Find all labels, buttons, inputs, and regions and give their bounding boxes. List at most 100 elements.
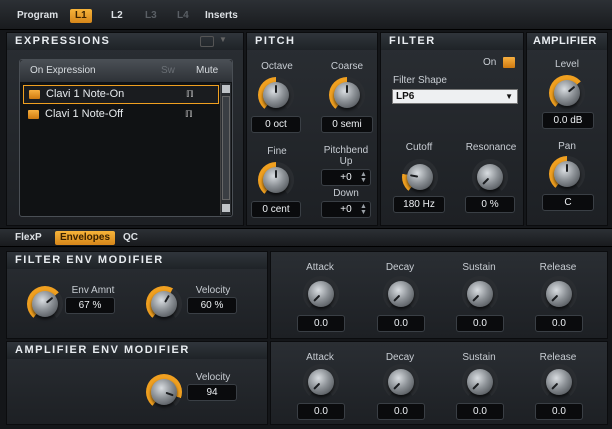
scroll-thumb[interactable] xyxy=(222,96,230,200)
filter-sustain-knob[interactable] xyxy=(462,276,498,312)
header-mute: Mute xyxy=(196,65,219,76)
filter-shape-value: LP6 xyxy=(396,91,415,102)
stepper-icon[interactable]: ▲ ▼ xyxy=(359,203,368,216)
fine-value[interactable]: 0 cent xyxy=(251,201,301,218)
amp-env-title: AMPLIFIER ENV MODIFIER xyxy=(7,342,267,359)
level-label: Level xyxy=(555,59,579,70)
pitchbend-down-label: Down xyxy=(333,188,359,199)
amp-attack-knob[interactable] xyxy=(303,364,339,400)
amp-release-value[interactable]: 0.0 xyxy=(535,403,583,420)
coarse-knob[interactable] xyxy=(329,77,365,113)
scroll-down-icon[interactable] xyxy=(222,204,230,212)
stepper-icon[interactable]: ▲ ▼ xyxy=(359,171,368,184)
level-value[interactable]: 0.0 dB xyxy=(542,112,594,129)
amp-sustain-value[interactable]: 0.0 xyxy=(456,403,504,420)
pitch-title: PITCH xyxy=(247,33,377,50)
amp-decay-value[interactable]: 0.0 xyxy=(377,403,425,420)
amp-attack-value[interactable]: 0.0 xyxy=(297,403,345,420)
tab-envelopes[interactable]: Envelopes xyxy=(55,231,116,245)
cutoff-knob[interactable] xyxy=(402,159,438,195)
octave-knob[interactable] xyxy=(258,77,294,113)
filter-env-modifier-panel: FILTER ENV MODIFIER Env Amnt 67 % Veloci… xyxy=(6,251,268,339)
fine-knob[interactable] xyxy=(258,162,294,198)
tab-inserts[interactable]: Inserts xyxy=(200,9,243,23)
expression-name: Clavi 1 Note-On xyxy=(46,88,125,100)
resonance-knob[interactable] xyxy=(472,159,508,195)
pan-label: Pan xyxy=(558,141,576,152)
scroll-up-icon[interactable] xyxy=(222,85,230,93)
filter-release-knob[interactable] xyxy=(541,276,577,312)
expression-on-led[interactable] xyxy=(28,110,39,119)
env-amnt-knob[interactable] xyxy=(27,286,63,322)
filter-decay-value[interactable]: 0.0 xyxy=(377,315,425,332)
header-sw: Sw xyxy=(161,65,175,76)
keyboard-icon[interactable] xyxy=(200,36,214,47)
env-amnt-label: Env Amnt xyxy=(71,285,115,296)
expressions-panel: EXPRESSIONS ▼ On Expression Sw Mute Clav… xyxy=(6,32,244,226)
filter-panel: FILTER On Filter Shape LP6 ▼ Cutoff 180 … xyxy=(380,32,524,226)
tab-l3[interactable]: L3 xyxy=(140,9,162,23)
pan-value[interactable]: C xyxy=(542,194,594,211)
filter-release-value[interactable]: 0.0 xyxy=(535,315,583,332)
filter-shape-label: Filter Shape xyxy=(393,75,447,86)
amp-env-modifier-panel: AMPLIFIER ENV MODIFIER Velocity 94 xyxy=(6,341,268,425)
filter-on-label: On xyxy=(483,57,497,68)
pan-knob[interactable] xyxy=(549,156,585,192)
level-knob[interactable] xyxy=(549,75,585,111)
expression-on-led[interactable] xyxy=(29,90,40,99)
cutoff-value[interactable]: 180 Hz xyxy=(393,196,445,213)
filter-attack-knob[interactable] xyxy=(303,276,339,312)
filter-shape-select[interactable]: LP6 ▼ xyxy=(392,89,518,104)
filter-velocity-label: Velocity xyxy=(195,285,231,296)
filter-on-toggle[interactable] xyxy=(503,57,515,68)
expression-list[interactable]: On Expression Sw Mute Clavi 1 Note-On ℿ … xyxy=(19,59,233,217)
coarse-label: Coarse xyxy=(330,61,364,72)
octave-label: Octave xyxy=(261,61,293,72)
octave-value[interactable]: 0 oct xyxy=(251,116,301,133)
header-on-expression: On Expression xyxy=(30,65,96,76)
amp-velocity-label: Velocity xyxy=(195,372,231,383)
expression-name: Clavi 1 Note-Off xyxy=(45,108,124,120)
amp-decay-label: Decay xyxy=(385,352,415,363)
env-amnt-value[interactable]: 67 % xyxy=(65,297,115,314)
list-item[interactable]: Clavi 1 Note-Off ℿ xyxy=(23,106,219,125)
list-item[interactable]: Clavi 1 Note-On ℿ xyxy=(23,85,219,104)
amp-decay-knob[interactable] xyxy=(383,364,419,400)
tab-l2[interactable]: L2 xyxy=(106,9,128,23)
keys-icon[interactable]: ℿ xyxy=(185,106,193,123)
filter-attack-label: Attack xyxy=(306,262,334,273)
coarse-value[interactable]: 0 semi xyxy=(321,116,373,133)
layer-tab-bar: Program L1 L2 L3 L4 Inserts xyxy=(0,0,612,30)
amplifier-title: AMPLIFIER xyxy=(527,33,607,50)
expression-list-header: On Expression Sw Mute xyxy=(20,60,232,82)
filter-velocity-value[interactable]: 60 % xyxy=(187,297,237,314)
pitchbend-label: Pitchbend xyxy=(323,145,369,156)
amp-sustain-knob[interactable] xyxy=(462,364,498,400)
amp-release-knob[interactable] xyxy=(541,364,577,400)
filter-velocity-knob[interactable] xyxy=(146,286,182,322)
filter-env-adsr-panel: Attack 0.0 Decay 0.0 Sustain 0.0 Release… xyxy=(270,251,608,339)
cutoff-label: Cutoff xyxy=(405,142,433,153)
sub-tab-bar: FlexP Envelopes QC xyxy=(0,228,612,247)
resonance-label: Resonance xyxy=(465,142,517,153)
amp-attack-label: Attack xyxy=(306,352,334,363)
filter-decay-knob[interactable] xyxy=(383,276,419,312)
tab-l4[interactable]: L4 xyxy=(172,9,194,23)
pitch-panel: PITCH Octave 0 oct Coarse 0 semi Fine 0 … xyxy=(246,32,378,226)
tab-l1[interactable]: L1 xyxy=(70,9,92,23)
filter-attack-value[interactable]: 0.0 xyxy=(297,315,345,332)
resonance-value[interactable]: 0 % xyxy=(465,196,515,213)
chevron-down-icon[interactable]: ▼ xyxy=(219,35,227,44)
amp-env-adsr-panel: Attack 0.0 Decay 0.0 Sustain 0.0 Release… xyxy=(270,341,608,425)
filter-sustain-label: Sustain xyxy=(462,262,496,273)
tab-program[interactable]: Program xyxy=(12,9,63,23)
keys-icon[interactable]: ℿ xyxy=(186,86,194,103)
tab-flexp[interactable]: FlexP xyxy=(10,231,47,245)
amp-velocity-value[interactable]: 94 xyxy=(187,384,237,401)
list-scrollbar[interactable] xyxy=(220,83,231,215)
amp-velocity-knob[interactable] xyxy=(146,374,182,410)
filter-sustain-value[interactable]: 0.0 xyxy=(456,315,504,332)
amplifier-panel: AMPLIFIER Level 0.0 dB Pan C xyxy=(526,32,608,226)
tab-qc[interactable]: QC xyxy=(118,231,143,245)
amp-sustain-label: Sustain xyxy=(462,352,496,363)
